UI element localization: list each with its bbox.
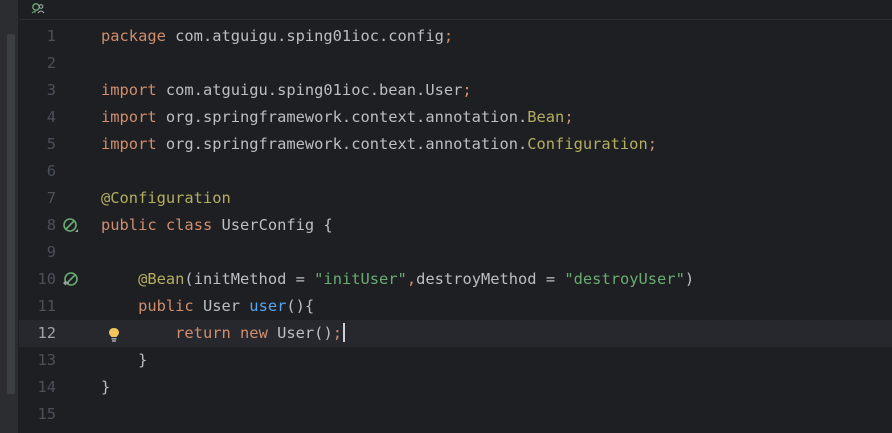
bean-method-icon[interactable] — [62, 271, 80, 289]
code-token: , — [406, 270, 417, 288]
code-line[interactable]: 14} — [19, 374, 892, 401]
code-token: ; — [443, 27, 454, 45]
left-scrollbar[interactable] — [7, 34, 15, 394]
code-token: @Bean — [138, 270, 185, 288]
code-token: ; — [647, 135, 657, 153]
code-token: Bean — [527, 108, 565, 126]
code-token: package — [101, 27, 166, 45]
left-tool-strip — [0, 0, 19, 433]
code-line[interactable]: 3 import com.atguigu.sping01ioc.bean.User… — [19, 77, 892, 104]
code-token: ; — [332, 324, 342, 342]
code-line[interactable]: 5 import org.springframework.context.anno… — [19, 131, 892, 158]
code-token: UserConfig { — [212, 216, 333, 234]
code-token: class — [165, 216, 213, 234]
code-token: User — [193, 297, 250, 315]
code-line[interactable]: 6 — [19, 158, 892, 185]
code-text: @Configuration — [101, 185, 231, 212]
code-text: public class UserConfig { — [101, 212, 333, 239]
bean-config-icon[interactable] — [62, 217, 80, 235]
code-token: } — [101, 351, 148, 369]
line-number: 15 — [37, 405, 56, 423]
code-line[interactable]: 10 @Bean(initMethod = "initUser",destroy… — [19, 266, 892, 293]
line-number: 9 — [46, 243, 56, 261]
code-token: } — [101, 378, 111, 396]
user-icon[interactable] — [31, 2, 45, 14]
code-line[interactable]: 2 — [19, 50, 892, 77]
code-token: import — [101, 108, 157, 126]
code-line[interactable]: 7 @Configuration — [19, 185, 892, 212]
code-editor[interactable]: 1 package com.atguigu.sping01ioc.config; 2… — [19, 23, 892, 433]
code-text: @Bean(initMethod = "initUser",destroyMet… — [101, 266, 694, 293]
line-number: 2 — [46, 54, 56, 72]
code-text: import com.atguigu.sping01ioc.bean.User; — [101, 77, 472, 104]
code-text: package com.atguigu.sping01ioc.config; — [101, 23, 453, 50]
code-token: (){ — [286, 297, 315, 315]
code-text: public User user(){ — [101, 293, 314, 320]
code-token: @Configuration — [101, 189, 231, 207]
line-number: 12 — [37, 324, 56, 342]
code-token: com.atguigu.sping01ioc.bean.User — [156, 81, 463, 99]
code-token: "destroyUser" — [564, 270, 685, 288]
code-token: public — [138, 297, 194, 315]
code-token: org.springframework.context.annotation. — [156, 135, 528, 153]
code-token: ) — [684, 270, 695, 288]
code-text: import org.springframework.context.annot… — [101, 104, 574, 131]
line-number: 4 — [46, 108, 56, 126]
code-token: destroyMethod = — [416, 270, 565, 288]
code-token: new — [240, 324, 268, 342]
line-number: 10 — [37, 270, 56, 288]
code-line[interactable]: 11 public User user(){ — [19, 293, 892, 320]
code-line[interactable]: 15 — [19, 401, 892, 428]
line-number: 8 — [46, 216, 56, 234]
code-token: com.atguigu.sping01ioc.config — [165, 27, 444, 45]
code-token: User() — [267, 324, 333, 342]
code-text: } — [101, 347, 147, 374]
code-token: import — [101, 135, 157, 153]
line-number: 5 — [46, 135, 56, 153]
code-line[interactable]: 8 public class UserConfig { — [19, 212, 892, 239]
code-token: public — [101, 216, 157, 234]
code-line[interactable]: 9 — [19, 239, 892, 266]
code-token: return — [175, 324, 231, 342]
code-line[interactable]: 13 } — [19, 347, 892, 374]
code-token: Configuration — [527, 135, 648, 153]
line-number: 6 — [46, 162, 56, 180]
code-line[interactable]: 12 return new User(); — [19, 320, 892, 347]
line-number: 1 — [46, 27, 56, 45]
code-token: (initMethod = — [184, 270, 315, 288]
line-number: 7 — [46, 189, 56, 207]
code-token: ; — [564, 108, 574, 126]
code-text: } — [101, 374, 110, 401]
code-text: return new User(); — [101, 320, 345, 347]
editor-top-bar — [19, 0, 892, 20]
code-line[interactable]: 4 import org.springframework.context.anno… — [19, 104, 892, 131]
line-number: 3 — [46, 81, 56, 99]
code-token: user — [249, 297, 287, 315]
code-token: "initUser" — [314, 270, 407, 288]
code-token: ; — [462, 81, 472, 99]
code-token: org.springframework.context.annotation. — [156, 108, 528, 126]
text-caret — [343, 322, 345, 342]
code-text: import org.springframework.context.annot… — [101, 131, 657, 158]
line-number: 11 — [37, 297, 56, 315]
code-line[interactable]: 1 package com.atguigu.sping01ioc.config; — [19, 23, 892, 50]
line-number: 14 — [37, 378, 56, 396]
line-number: 13 — [37, 351, 56, 369]
code-token: import — [101, 81, 157, 99]
